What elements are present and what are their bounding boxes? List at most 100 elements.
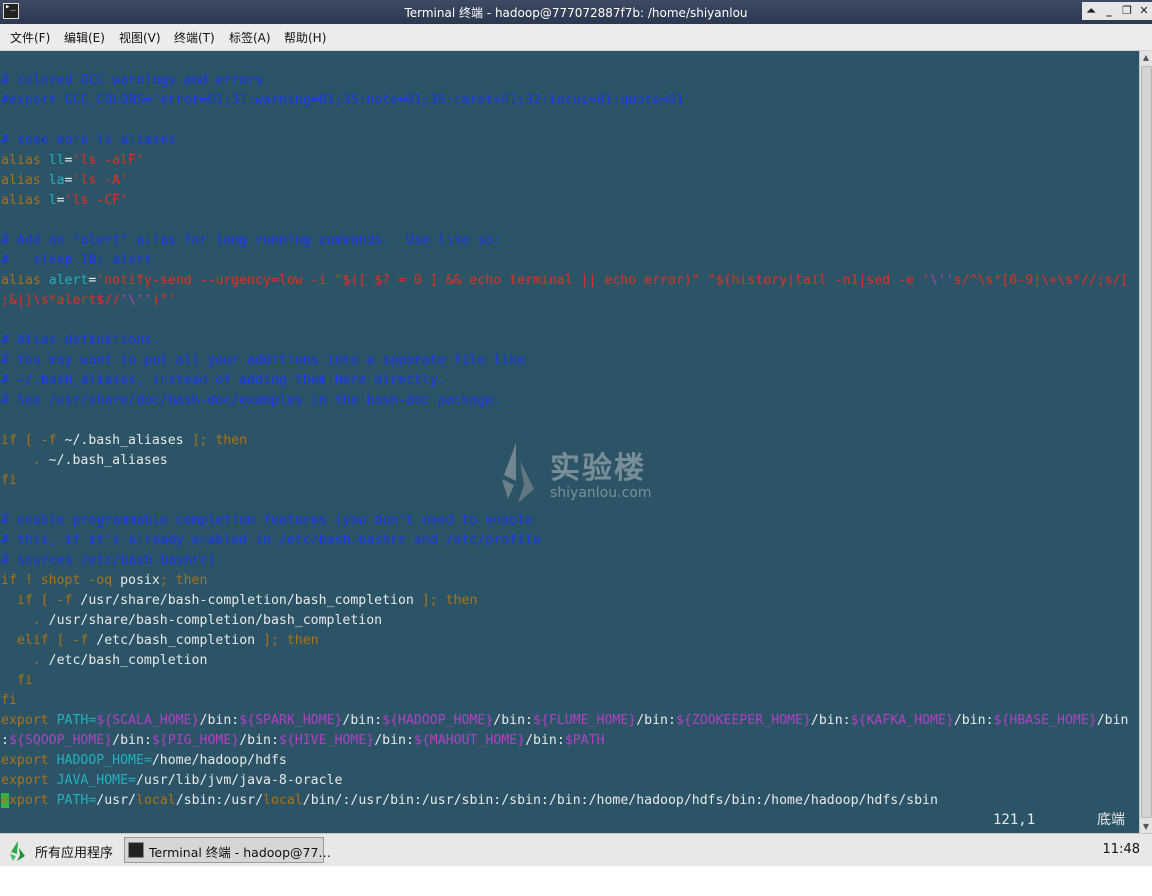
terminal-text: alias: [1, 173, 49, 188]
taskbar-item-terminal[interactable]: Terminal 终端 - hadoop@77…: [124, 837, 331, 863]
terminal-text: ${PIG_HOME}: [151, 733, 240, 748]
applications-menu-button[interactable]: 所有应用程序: [8, 838, 116, 862]
terminal-text: alias: [1, 273, 49, 288]
terminal-text: /home/hadoop/hdfs: [151, 753, 287, 768]
menu-bar: 文件(F) 编辑(E) 视图(V) 终端(T) 标签(A) 帮助(H): [0, 24, 1152, 51]
terminal-line: if [ -f /usr/share/bash-completion/bash_…: [1, 591, 478, 611]
terminal-text: 'notify-send --urgency=low -i "$([ $? = …: [96, 273, 930, 288]
terminal-line: fi: [1, 671, 33, 691]
terminal-text: elif [ -f: [1, 633, 97, 648]
shade-button[interactable]: ⏶: [1082, 2, 1100, 20]
terminal-line: export PATH=/usr/local/sbin:/usr/local/b…: [1, 791, 938, 811]
terminal-text: /bin: [1096, 713, 1129, 728]
close-button[interactable]: ✕: [1135, 2, 1152, 20]
terminal-text: 'ls -CF': [64, 193, 129, 208]
terminal-text: ${ZOOKEEPER_HOME}: [675, 713, 811, 728]
terminal-line: # ~/.bash_aliases, instead of adding the…: [1, 371, 446, 391]
terminal-text: alert: [48, 273, 89, 288]
terminal-text: /usr/share/bash-completion/bash_completi…: [80, 593, 414, 608]
terminal-text: \'': [929, 273, 954, 288]
terminal-text: JAVA_HOME=: [56, 773, 136, 788]
terminal-text: # some more ls aliases: [1, 133, 176, 148]
scroll-down-icon[interactable]: ▼: [1140, 820, 1152, 833]
maximize-button[interactable]: ❐: [1118, 2, 1136, 20]
terminal-line: # Add an "alert" alias for long running …: [1, 231, 501, 251]
terminal-text: ;&|]\s*alert$//: [1, 293, 121, 308]
terminal-text: local: [136, 793, 176, 808]
terminal-text: # sleep 10; alert: [1, 253, 152, 268]
terminal-line: export HADOOP_HOME=/home/hadoop/hdfs: [1, 751, 287, 771]
terminal-line: export PATH=${SCALA_HOME}/bin:${SPARK_HO…: [1, 711, 1129, 731]
menu-tabs[interactable]: 标签(A): [229, 29, 271, 46]
terminal-text: fi: [1, 693, 17, 708]
terminal-text: PATH=: [56, 793, 97, 808]
menu-file[interactable]: 文件(F): [10, 29, 50, 46]
terminal-line: . ~/.bash_aliases: [1, 451, 168, 471]
terminal-text: if ! shopt -oq: [1, 573, 121, 588]
menu-help[interactable]: 帮助(H): [284, 29, 326, 46]
terminal-text: '\'': [120, 293, 152, 308]
terminal-text: # sources /etc/bash.bashrc).: [1, 553, 224, 568]
terminal-view[interactable]: 实验楼 shiyanlou.com # colored GCC warnings…: [0, 51, 1139, 833]
terminal-line: . /etc/bash_completion: [1, 651, 208, 671]
title-bar: Terminal 终端 - hadoop@777072887f7b: /home…: [0, 0, 1152, 24]
terminal-text: /bin:: [374, 733, 414, 748]
minimize-button[interactable]: _: [1100, 2, 1118, 20]
vertical-scrollbar[interactable]: ▲ ▼: [1139, 51, 1152, 833]
terminal-text: /usr/share/bash-completion/bash_completi…: [48, 613, 383, 628]
watermark-en: shiyanlou.com: [550, 485, 652, 501]
terminal-text: .: [1, 613, 49, 628]
terminal-text: /bin:: [636, 713, 676, 728]
terminal-text: /bin:: [112, 733, 152, 748]
terminal-text: ; then: [159, 573, 208, 588]
terminal-text: ${HBASE_HOME}: [993, 713, 1097, 728]
terminal-text: .: [1, 653, 49, 668]
terminal-text: fi: [1, 473, 17, 488]
terminal-text: .: [1, 453, 49, 468]
terminal-line: # colored GCC warnings and errors: [1, 71, 263, 91]
terminal-text: 'ls -A': [72, 173, 129, 188]
terminal-text: /bin/:/usr/bin:/usr/sbin:/sbin:/bin:/hom…: [302, 793, 938, 808]
terminal-text: # ~/.bash_aliases, instead of adding the…: [1, 373, 446, 388]
terminal-line: # sources /etc/bash.bashrc).: [1, 551, 223, 571]
terminal-text: # Add an "alert" alias for long running …: [1, 233, 502, 248]
terminal-text: # this, if it's already enabled in /etc/…: [1, 533, 541, 548]
terminal-text: ${HIVE_HOME}: [278, 733, 375, 748]
terminal-text: l: [48, 193, 57, 208]
terminal-text: posix: [120, 573, 160, 588]
menu-view[interactable]: 视图(V): [119, 29, 161, 46]
terminal-text: /etc/bash_completion: [96, 633, 256, 648]
shiyanlou-logo-icon: [10, 841, 25, 861]
terminal-text: HADOOP_HOME=: [56, 753, 152, 768]
terminal-line: fi: [1, 691, 17, 711]
watermark-cn: 实验楼: [550, 451, 646, 486]
terminal-line: alias alert='notify-send --urgency=low -…: [1, 271, 1128, 291]
terminal-text: export: [1, 753, 57, 768]
cursor-position: 121,1: [993, 812, 1036, 828]
terminal-text: 'ls -alF': [72, 153, 144, 168]
terminal-text: if [ -f: [1, 593, 81, 608]
terminal-line: ;&|]\s*alert$//'\'')"': [1, 291, 176, 311]
terminal-text: # Alias definitions.: [1, 333, 160, 348]
menu-edit[interactable]: 编辑(E): [64, 29, 105, 46]
terminal-line: # some more ls aliases: [1, 131, 176, 151]
terminal-text: s/^\s*[0-9]\+\s*//;s/[: [953, 273, 1129, 288]
scrollbar-thumb[interactable]: [1141, 66, 1152, 818]
terminal-text: /bin:: [810, 713, 851, 728]
terminal-text: # You may want to put all your additions…: [1, 353, 526, 368]
terminal-text: alias: [1, 153, 49, 168]
terminal-line: export JAVA_HOME=/usr/lib/jvm/java-8-ora…: [1, 771, 342, 791]
terminal-line: alias ll='ls -alF': [1, 151, 144, 171]
terminal-text: #export GCC_COLORS='error=01;31:warning=…: [1, 93, 692, 108]
terminal-text: ll: [48, 153, 65, 168]
clock: 11:48: [1102, 842, 1140, 857]
terminal-line: # sleep 10; alert: [1, 251, 152, 271]
menu-terminal[interactable]: 终端(T): [174, 29, 215, 46]
terminal-text: la: [48, 173, 65, 188]
terminal-text: /bin:: [239, 733, 279, 748]
terminal-line: alias la='ls -A': [1, 171, 128, 191]
applications-menu-label: 所有应用程序: [35, 846, 114, 861]
terminal-text: # See /usr/share/doc/bash-doc/examples i…: [1, 393, 502, 408]
scroll-up-icon[interactable]: ▲: [1140, 51, 1152, 64]
taskbar-item-label: Terminal 终端 - hadoop@77…: [149, 845, 331, 860]
